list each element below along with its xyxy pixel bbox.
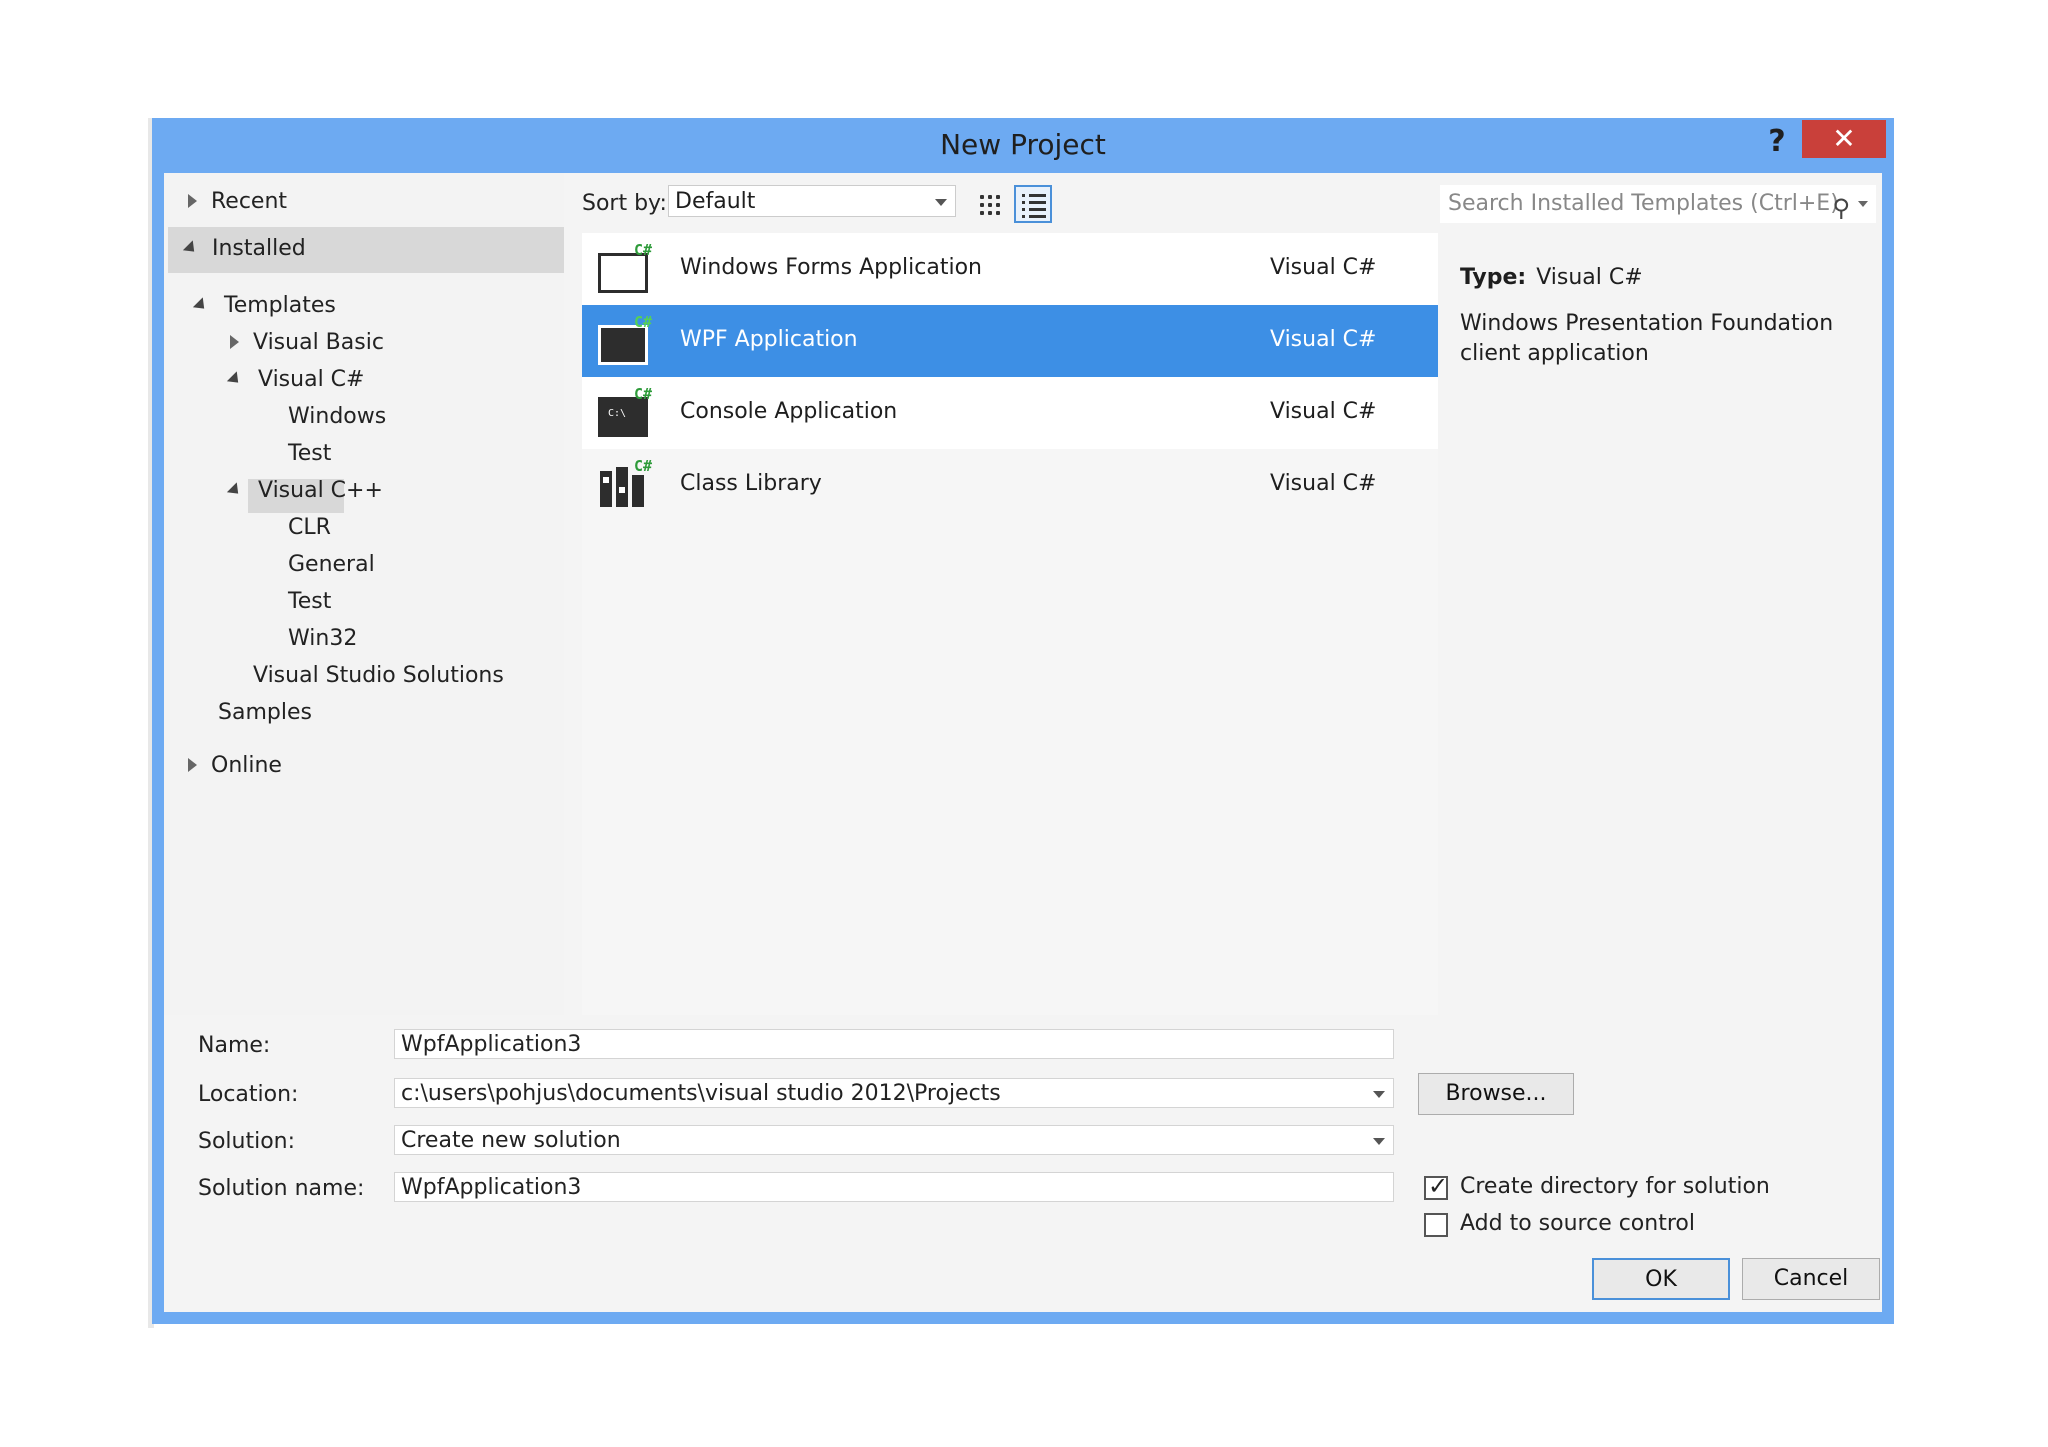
tree-item-cpp-win32[interactable]: Win32 xyxy=(288,626,357,651)
list-view-button[interactable] xyxy=(1014,185,1052,223)
expand-arrow-icon[interactable] xyxy=(188,758,197,772)
collapse-arrow-icon[interactable] xyxy=(182,240,200,257)
template-tree: Recent Installed Templates Visual Basic … xyxy=(164,173,564,1015)
search-placeholder: Search Installed Templates (Ctrl+E) xyxy=(1448,191,1839,216)
tree-item-cs-test[interactable]: Test xyxy=(288,441,331,466)
dialog-client-area: Recent Installed Templates Visual Basic … xyxy=(164,173,1882,1312)
sort-dropdown[interactable]: Default xyxy=(668,185,956,217)
tree-label: Visual C# xyxy=(258,367,365,392)
tree-item-samples[interactable]: Samples xyxy=(218,700,312,725)
source-control-checkbox[interactable] xyxy=(1424,1213,1448,1237)
collapse-arrow-icon[interactable] xyxy=(226,482,244,499)
template-description: Windows Presentation Foundation client a… xyxy=(1460,311,1834,366)
tree-item-cs-windows[interactable]: Windows xyxy=(288,404,386,429)
solution-value: Create new solution xyxy=(401,1128,621,1153)
sort-toolbar: Sort by: Default xyxy=(582,173,1052,233)
template-name: Class Library xyxy=(680,471,822,496)
chevron-down-icon[interactable] xyxy=(1373,1138,1385,1145)
template-row-winforms[interactable]: C# Windows Forms Application Visual C# xyxy=(582,233,1438,305)
chevron-down-icon[interactable] xyxy=(1373,1091,1385,1098)
template-row-wpf[interactable]: C# WPF Application Visual C# xyxy=(582,305,1438,377)
search-icon[interactable]: ⚲ xyxy=(1832,189,1850,227)
wpf-icon: C# xyxy=(598,313,652,367)
close-button[interactable]: ✕ xyxy=(1802,120,1886,158)
small-icons-view-button[interactable] xyxy=(970,185,1008,223)
console-icon: C:\ C# xyxy=(598,385,652,439)
create-directory-checkbox[interactable] xyxy=(1424,1172,1448,1200)
template-language: Visual C# xyxy=(1270,471,1377,496)
name-label: Name: xyxy=(198,1033,271,1058)
tree-item-cpp-test[interactable]: Test xyxy=(288,589,331,614)
search-templates-input[interactable]: Search Installed Templates (Ctrl+E) ⚲ xyxy=(1440,185,1876,223)
tree-label: Templates xyxy=(224,293,336,318)
help-button[interactable]: ? xyxy=(1757,122,1797,162)
type-label: Type: xyxy=(1460,265,1527,290)
class-library-icon: C# xyxy=(598,457,652,511)
tree-item-templates[interactable]: Templates xyxy=(192,293,336,318)
title-bar: New Project ? ✕ xyxy=(152,118,1894,173)
template-list: C# Windows Forms Application Visual C# C… xyxy=(582,233,1438,1015)
template-name: Windows Forms Application xyxy=(680,255,982,280)
chevron-down-icon xyxy=(935,199,947,206)
template-details-pane: Type: Visual C# Windows Presentation Foun… xyxy=(1440,233,1880,1015)
template-row-console[interactable]: C:\ C# Console Application Visual C# xyxy=(582,377,1438,449)
location-label: Location: xyxy=(198,1082,299,1107)
template-name: Console Application xyxy=(680,399,898,424)
tree-item-installed[interactable]: Installed xyxy=(182,236,306,261)
tree-label: Visual Basic xyxy=(253,330,384,355)
type-value: Visual C# xyxy=(1536,265,1643,290)
type-line: Type: Visual C# xyxy=(1460,265,1643,290)
expand-arrow-icon[interactable] xyxy=(188,194,197,208)
tree-item-online[interactable]: Online xyxy=(188,753,282,778)
template-row-class-library[interactable]: C# Class Library Visual C# xyxy=(582,449,1438,521)
tree-item-visual-csharp[interactable]: Visual C# xyxy=(226,367,365,392)
location-combo[interactable]: c:\users\pohjus\documents\visual studio … xyxy=(394,1078,1394,1108)
sort-label: Sort by: xyxy=(582,191,667,216)
ok-button[interactable]: OK xyxy=(1592,1258,1730,1300)
new-project-dialog: New Project ? ✕ Recent Installed Templat… xyxy=(152,118,1894,1324)
expand-arrow-icon[interactable] xyxy=(230,335,239,349)
winforms-icon: C# xyxy=(598,241,652,295)
chevron-down-icon[interactable] xyxy=(1858,201,1868,207)
collapse-arrow-icon[interactable] xyxy=(226,371,244,388)
solution-name-label: Solution name: xyxy=(198,1176,365,1201)
grid-view-icon xyxy=(978,193,1000,215)
solution-name-field[interactable]: WpfApplication3 xyxy=(394,1172,1394,1202)
tree-item-visual-basic[interactable]: Visual Basic xyxy=(230,330,384,355)
tree-item-cpp-general[interactable]: General xyxy=(288,552,375,577)
create-directory-label[interactable]: Create directory for solution xyxy=(1460,1174,1770,1199)
source-control-label[interactable]: Add to source control xyxy=(1460,1211,1695,1236)
sort-value: Default xyxy=(675,189,756,214)
browse-button[interactable]: Browse... xyxy=(1418,1073,1574,1115)
template-name: WPF Application xyxy=(680,327,858,352)
template-language: Visual C# xyxy=(1270,255,1377,280)
template-language: Visual C# xyxy=(1270,327,1377,352)
project-name-field[interactable]: WpfApplication3 xyxy=(394,1029,1394,1059)
list-view-icon xyxy=(1022,194,1046,218)
location-value: c:\users\pohjus\documents\visual studio … xyxy=(401,1081,1001,1106)
cancel-button[interactable]: Cancel xyxy=(1742,1258,1880,1300)
tree-label: Visual C++ xyxy=(258,478,383,503)
tree-label: Installed xyxy=(212,236,306,261)
solution-label: Solution: xyxy=(198,1129,296,1154)
tree-item-cpp-clr[interactable]: CLR xyxy=(288,515,331,540)
tree-label: Online xyxy=(211,753,282,778)
template-language: Visual C# xyxy=(1270,399,1377,424)
collapse-arrow-icon[interactable] xyxy=(192,297,210,314)
dialog-title: New Project xyxy=(940,128,1106,161)
solution-combo[interactable]: Create new solution xyxy=(394,1125,1394,1155)
tree-label: Recent xyxy=(211,189,288,214)
tree-item-recent[interactable]: Recent xyxy=(188,189,287,214)
tree-item-vs-solutions[interactable]: Visual Studio Solutions xyxy=(253,663,504,688)
tree-item-visual-cpp[interactable]: Visual C++ xyxy=(226,478,383,503)
